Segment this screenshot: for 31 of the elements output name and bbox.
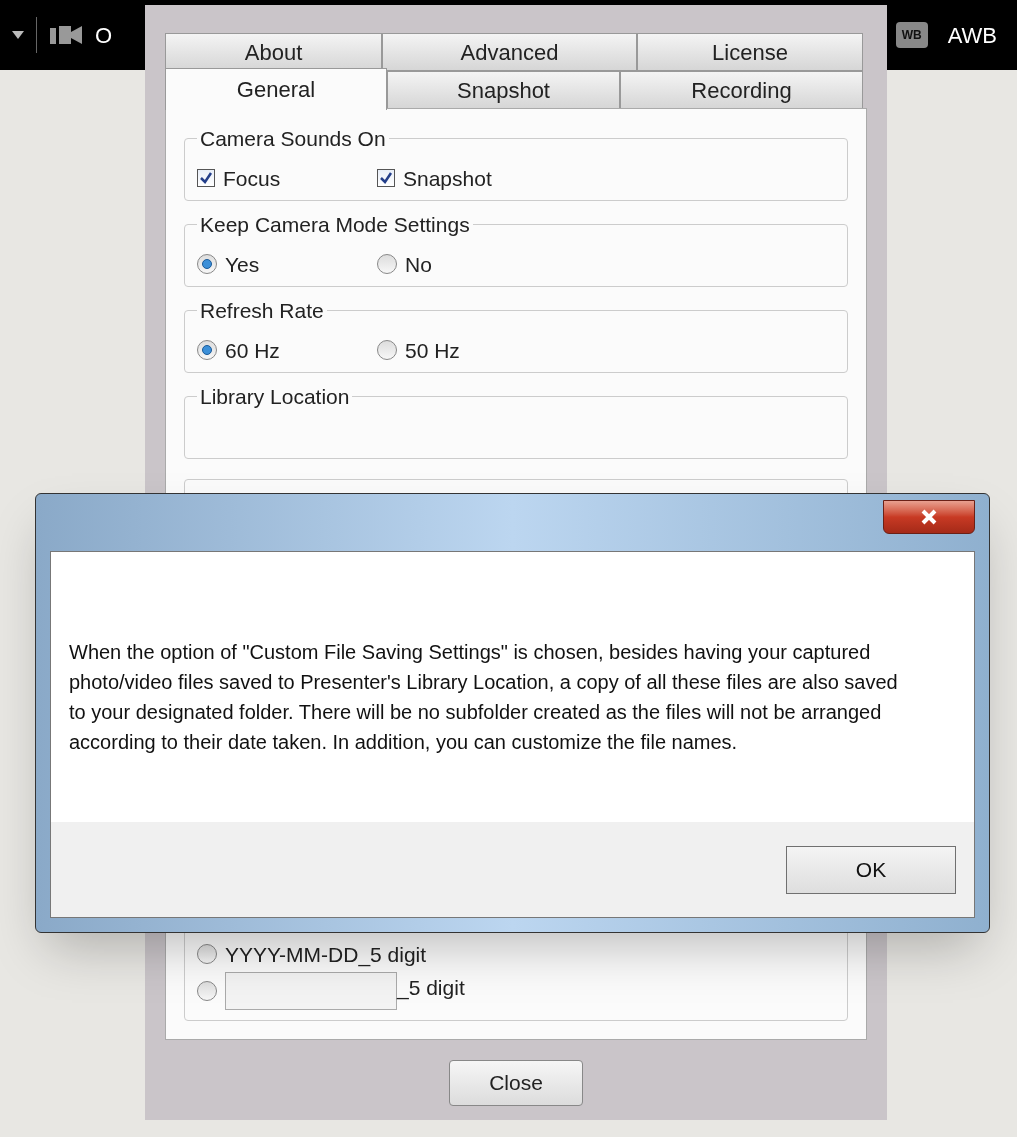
ok-button[interactable]: OK xyxy=(786,846,956,894)
message-text: When the option of "Custom File Saving Settings" is chosen, besides having your captured photo/video files saved to Presenter's Library Location, a copy of all these files are also saved to your designated folder. There will be no subfolder created as the files will not be arranged according to their date taken. In addition, you can customize the file names. xyxy=(69,640,899,755)
tab[interactable]: About xyxy=(165,33,382,71)
radio-button[interactable]: Yes xyxy=(197,248,377,280)
wb-badge[interactable]: WB xyxy=(895,22,928,48)
tab[interactable]: Recording xyxy=(620,71,863,109)
radio-button[interactable]: 60 Hz xyxy=(197,334,377,366)
group-title: Refresh Rate xyxy=(199,298,325,324)
check-icon xyxy=(199,171,213,186)
close-button[interactable] xyxy=(883,500,975,534)
suffix-label: _5 digit xyxy=(397,975,465,1002)
group-title: Camera Sounds On xyxy=(199,126,387,152)
radio-button[interactable]: No xyxy=(377,248,557,280)
caret-icon[interactable] xyxy=(12,31,24,39)
radio-button[interactable]: YYYY-MM-DD_5 digit xyxy=(197,938,835,970)
close-button[interactable]: Close xyxy=(449,1060,583,1106)
toolbar-label[interactable]: AWB xyxy=(947,18,997,52)
checkbox[interactable]: Focus xyxy=(197,162,377,194)
group-title: Keep Camera Mode Settings xyxy=(199,212,471,238)
radio-button[interactable]: 50 Hz xyxy=(377,334,557,366)
check-icon xyxy=(379,171,393,186)
tab[interactable]: Advanced xyxy=(382,33,637,71)
group-title: Library Location xyxy=(199,384,351,410)
close-icon xyxy=(920,509,938,525)
radio-button[interactable] xyxy=(197,981,217,1001)
input-field[interactable] xyxy=(225,972,397,1010)
toolbar-label[interactable]: O xyxy=(95,18,113,52)
tab[interactable]: Snapshot xyxy=(387,71,620,109)
checkbox[interactable]: Snapshot xyxy=(377,162,557,194)
tab[interactable]: General xyxy=(165,68,387,110)
tab[interactable]: License xyxy=(637,33,863,71)
